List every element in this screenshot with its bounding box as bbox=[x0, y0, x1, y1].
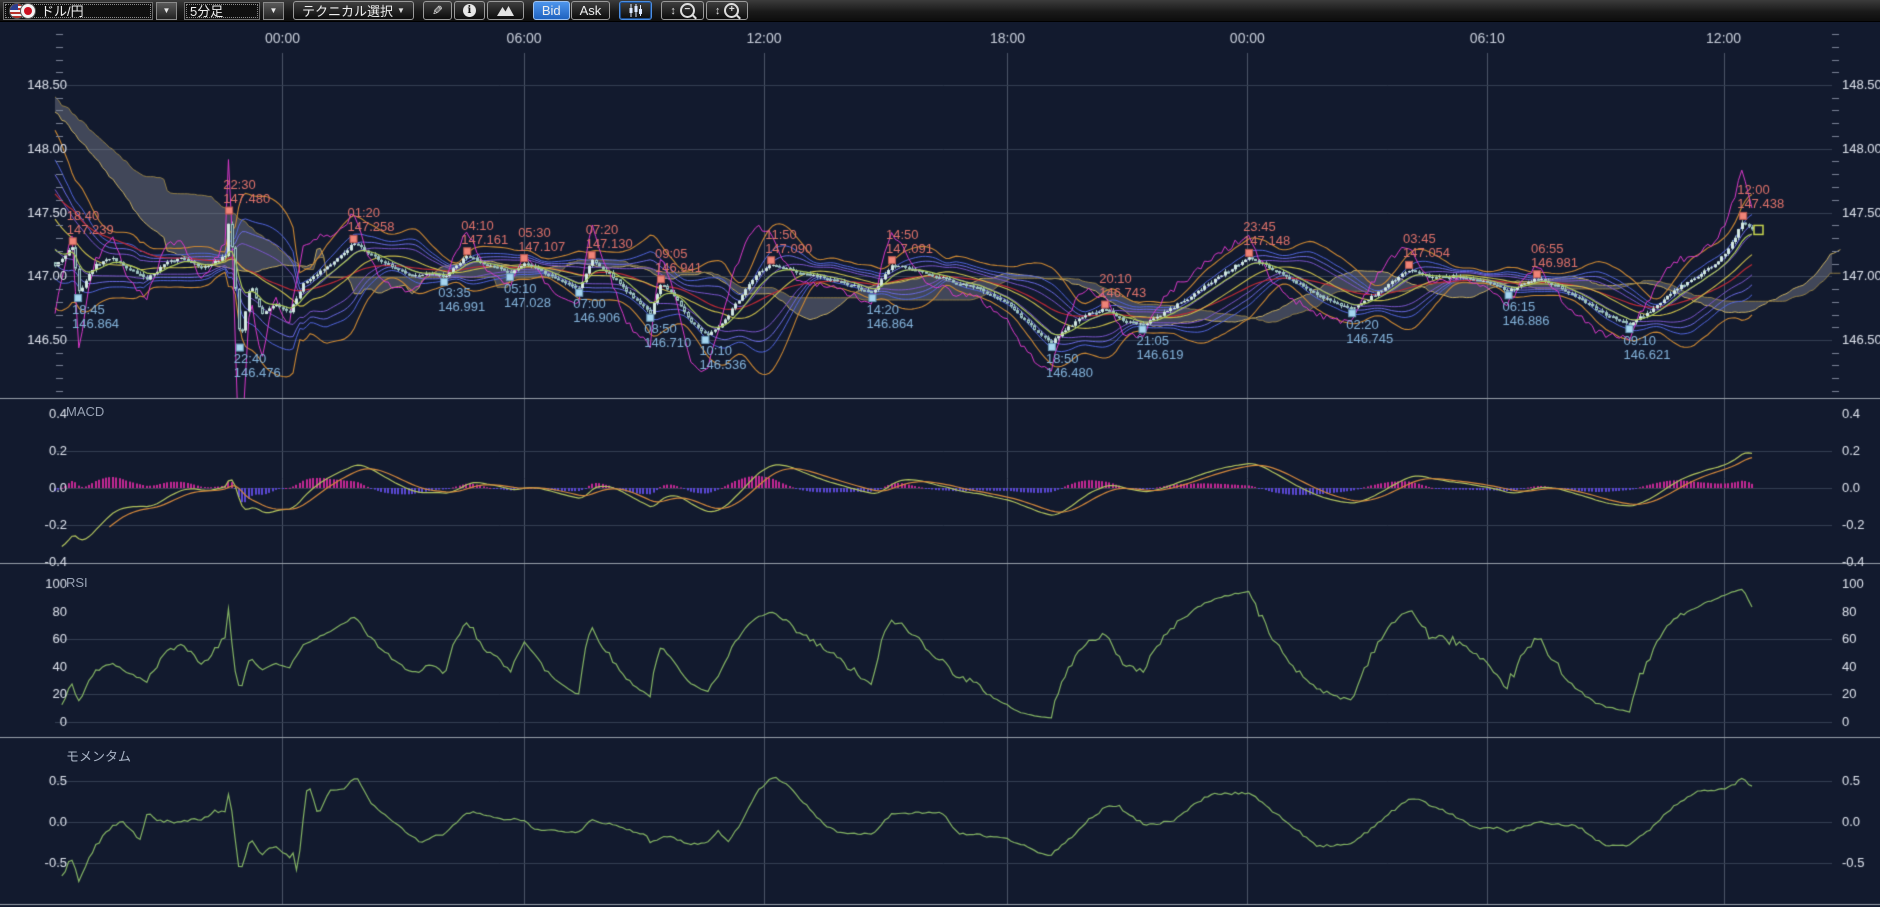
main-chart-canvas[interactable] bbox=[0, 23, 1880, 907]
draw-tool-button[interactable]: ✎ bbox=[423, 1, 452, 20]
timeframe-label: 5分足 bbox=[190, 1, 223, 20]
info-button[interactable]: i bbox=[454, 1, 485, 20]
jp-flag-icon bbox=[20, 3, 36, 19]
candle-chart-button[interactable] bbox=[619, 1, 652, 20]
symbol-label: ドル/円 bbox=[41, 1, 84, 20]
zoom-out-icon: − bbox=[680, 3, 695, 18]
pencil-icon: ✎ bbox=[432, 3, 443, 19]
updown-arrow-icon: ↕ bbox=[715, 5, 721, 17]
chart-style-button[interactable] bbox=[487, 1, 524, 20]
technical-select-button[interactable]: テクニカル選択 ▼ bbox=[293, 1, 414, 20]
chevron-down-icon: ▼ bbox=[163, 6, 171, 15]
technical-select-label: テクニカル選択 bbox=[302, 1, 393, 20]
bid-button[interactable]: Bid bbox=[533, 1, 570, 20]
zoom-in-button[interactable]: ↕ + bbox=[706, 1, 749, 20]
info-icon: i bbox=[463, 4, 476, 17]
chart-region: MACD RSI モメンタム bbox=[0, 23, 1880, 907]
mountain-icon bbox=[496, 5, 515, 17]
fx-chart-app: ドル/円 ▼ 5分足 ▼ テクニカル選択 ▼ ✎ i bbox=[0, 0, 1880, 907]
toolbar: ドル/円 ▼ 5分足 ▼ テクニカル選択 ▼ ✎ i bbox=[0, 0, 1880, 22]
chevron-down-icon: ▼ bbox=[270, 6, 278, 15]
timeframe-dropdown-button[interactable]: ▼ bbox=[263, 2, 284, 20]
symbol-select[interactable]: ドル/円 bbox=[3, 2, 153, 20]
zoom-in-icon: + bbox=[724, 3, 739, 18]
ask-button[interactable]: Ask bbox=[571, 1, 611, 20]
zoom-out-button[interactable]: ↕ − bbox=[661, 1, 704, 20]
timeframe-select[interactable]: 5分足 bbox=[184, 2, 260, 20]
updown-arrow-icon: ↕ bbox=[670, 5, 676, 17]
symbol-dropdown-button[interactable]: ▼ bbox=[156, 2, 177, 20]
chevron-down-icon: ▼ bbox=[397, 6, 405, 15]
candlestick-icon bbox=[628, 4, 643, 17]
